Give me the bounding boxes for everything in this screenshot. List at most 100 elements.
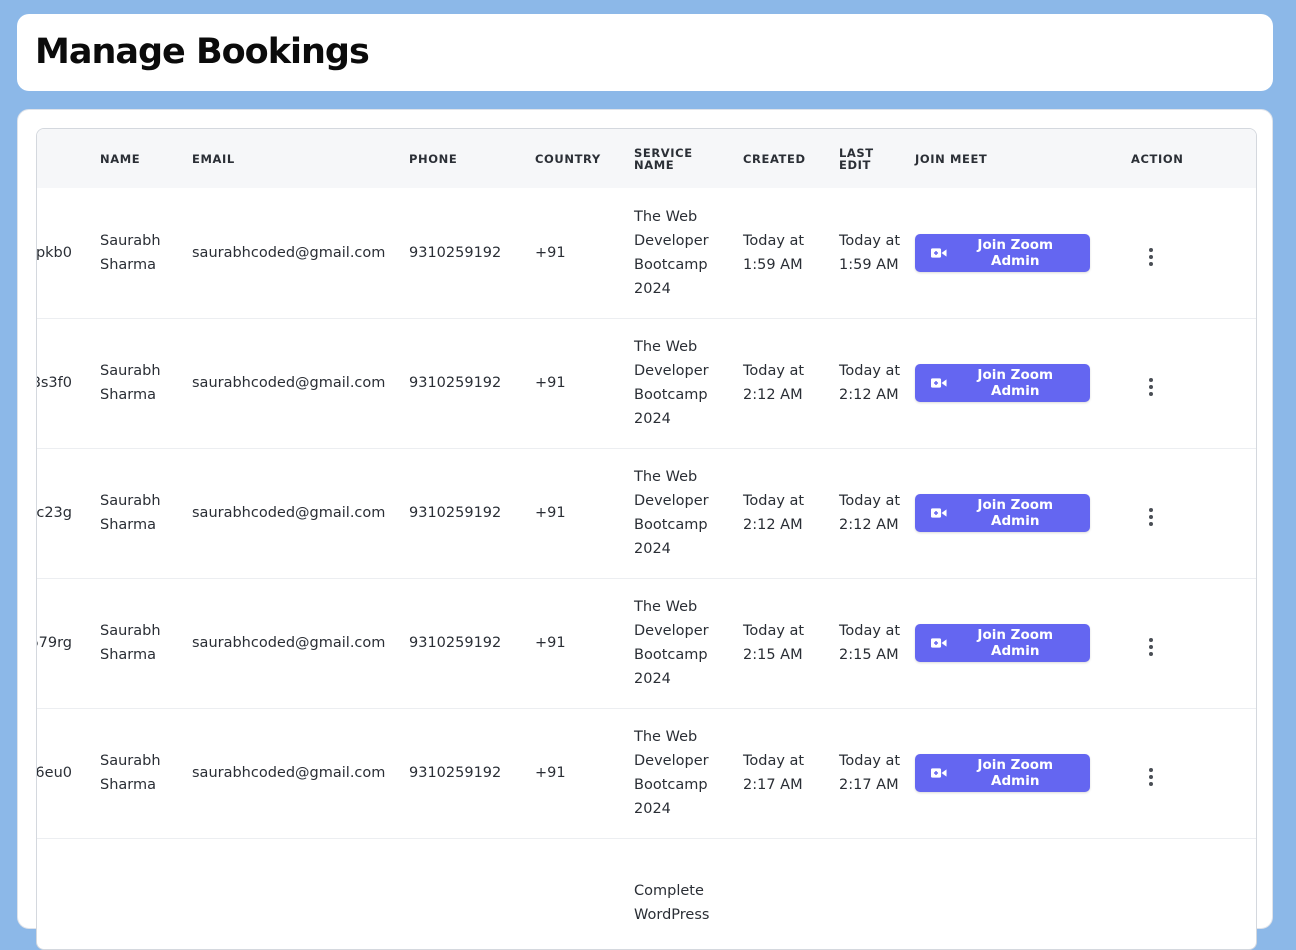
header-card: Manage Bookings xyxy=(17,14,1273,91)
booking-id xyxy=(37,838,86,949)
booking-created: Today at 2:17 AM xyxy=(743,753,805,793)
booking-service-name: The Web Developer Bootcamp 2024 xyxy=(634,729,709,817)
booking-name: Saurabh Sharma xyxy=(100,232,161,273)
booking-country: +91 xyxy=(535,505,566,521)
booking-country: +91 xyxy=(535,244,566,261)
booking-email: saurabhcoded@gmail.com xyxy=(192,375,386,391)
column-header-join-meet: JOIN MEET xyxy=(915,151,988,166)
booking-last-edit: Today at 1:59 AM xyxy=(839,232,901,273)
booking-last-edit: Today at 2:15 AM xyxy=(839,623,901,663)
column-header-created: CREATED xyxy=(743,151,806,166)
bookings-card: NAME EMAIL PHONE COUNTRY SERVICE NAME CR… xyxy=(17,109,1273,950)
column-header-country: COUNTRY xyxy=(535,151,601,166)
join-zoom-admin-label: Join Zoom Admin xyxy=(977,627,1054,659)
action-cell xyxy=(1101,188,1256,318)
booking-last-edit: Today at 2:12 AM xyxy=(839,363,901,403)
booking-service-name: The Web Developer Bootcamp 2024 xyxy=(634,339,709,427)
column-header-service-name: SERVICE NAME xyxy=(634,145,693,172)
table-body: spf2rpkb0 Saurabh Sharma saurabhcoded@gm… xyxy=(36,188,1256,949)
booking-id: o9ma1679rg xyxy=(37,635,72,651)
page-title: Manage Bookings xyxy=(35,32,370,72)
booking-email: saurabhcoded@gmail.com xyxy=(192,505,386,521)
booking-email: saurabhcoded@gmail.com xyxy=(192,635,386,651)
join-meet-cell: Join Zoom Admin xyxy=(901,578,1101,708)
join-meet-cell: Join Zoom Admin xyxy=(901,708,1101,838)
more-vertical-icon[interactable] xyxy=(1141,374,1161,400)
join-zoom-admin-button[interactable]: Join Zoom Admin xyxy=(915,364,1090,402)
booking-country: +91 xyxy=(535,765,566,781)
column-header-name: NAME xyxy=(100,151,141,166)
video-camera-icon xyxy=(931,378,947,388)
video-camera-icon xyxy=(931,508,947,518)
join-zoom-admin-button[interactable]: Join Zoom Admin xyxy=(915,754,1090,792)
column-header-id xyxy=(37,129,86,188)
join-zoom-admin-button[interactable]: Join Zoom Admin xyxy=(915,624,1090,662)
booking-last-edit: Today at 2:17 AM xyxy=(839,753,901,793)
booking-last-edit: Today at 2:12 AM xyxy=(839,493,901,533)
booking-phone: 9310259192 xyxy=(409,635,502,651)
booking-created: Today at 2:15 AM xyxy=(743,623,805,663)
table-row: ns8v08s3f0 Saurabh Sharma saurabhcoded@g… xyxy=(37,318,1256,448)
more-vertical-icon[interactable] xyxy=(1141,504,1161,530)
join-zoom-admin-label: Join Zoom Admin xyxy=(977,757,1054,789)
booking-phone: 9310259192 xyxy=(409,375,502,391)
join-zoom-admin-button[interactable]: Join Zoom Admin xyxy=(915,233,1090,272)
table-row: o9ma1679rg Saurabh Sharma saurabhcoded@g… xyxy=(37,578,1256,708)
booking-id: ns8v08s3f0 xyxy=(37,375,72,391)
table-header-row: NAME EMAIL PHONE COUNTRY SERVICE NAME CR… xyxy=(37,129,1256,188)
more-vertical-icon[interactable] xyxy=(1141,764,1161,790)
booking-created xyxy=(729,838,825,949)
booking-created: Today at 1:59 AM xyxy=(743,232,805,273)
booking-phone: 9310259192 xyxy=(409,505,502,521)
column-header-email: EMAIL xyxy=(192,151,235,166)
bookings-table: NAME EMAIL PHONE COUNTRY SERVICE NAME CR… xyxy=(36,129,1256,949)
booking-name: Saurabh Sharma xyxy=(100,753,161,793)
booking-country xyxy=(521,838,620,949)
action-cell xyxy=(1101,838,1256,949)
booking-last-edit xyxy=(825,838,901,949)
booking-id: 890b6eu0 xyxy=(36,765,72,781)
join-meet-cell: Join Zoom Admin xyxy=(901,188,1101,318)
booking-email: saurabhcoded@gmail.com xyxy=(192,765,386,781)
more-vertical-icon[interactable] xyxy=(1141,244,1161,270)
booking-created: Today at 2:12 AM xyxy=(743,363,805,403)
action-cell xyxy=(1101,318,1256,448)
booking-country: +91 xyxy=(535,375,566,391)
join-meet-cell xyxy=(901,838,1101,949)
booking-email: saurabhcoded@gmail.com xyxy=(192,244,386,261)
booking-phone xyxy=(395,838,521,949)
join-meet-cell: Join Zoom Admin xyxy=(901,448,1101,578)
booking-email xyxy=(178,838,395,949)
booking-name: Saurabh Sharma xyxy=(100,493,161,533)
table-row: 890b6eu0 Saurabh Sharma saurabhcoded@gma… xyxy=(36,708,1256,838)
booking-id: hpv9rc23g xyxy=(36,505,72,521)
action-cell xyxy=(1101,708,1256,838)
column-header-phone: PHONE xyxy=(409,151,458,166)
booking-phone: 9310259192 xyxy=(409,765,502,781)
video-camera-icon xyxy=(931,768,947,778)
video-camera-icon xyxy=(931,638,947,648)
booking-service-name: Complete WordPress xyxy=(634,883,710,923)
booking-created: Today at 2:12 AM xyxy=(743,493,805,533)
join-meet-cell: Join Zoom Admin xyxy=(901,318,1101,448)
more-vertical-icon[interactable] xyxy=(1141,634,1161,660)
booking-service-name: The Web Developer Bootcamp 2024 xyxy=(634,599,709,687)
bookings-table-container[interactable]: NAME EMAIL PHONE COUNTRY SERVICE NAME CR… xyxy=(36,128,1257,950)
action-cell xyxy=(1101,448,1256,578)
table-row: Complete WordPress xyxy=(37,838,1256,949)
action-cell xyxy=(1101,578,1256,708)
column-header-action: ACTION xyxy=(1131,151,1184,166)
column-header-last-edit: LAST EDIT xyxy=(839,145,874,172)
booking-service-name: The Web Developer Bootcamp 2024 xyxy=(634,469,709,557)
booking-name xyxy=(86,838,178,949)
table-row: spf2rpkb0 Saurabh Sharma saurabhcoded@gm… xyxy=(36,188,1256,318)
join-zoom-admin-button[interactable]: Join Zoom Admin xyxy=(915,494,1090,532)
table-row: hpv9rc23g Saurabh Sharma saurabhcoded@gm… xyxy=(36,448,1256,578)
booking-phone: 9310259192 xyxy=(409,244,502,261)
booking-id: spf2rpkb0 xyxy=(36,244,72,261)
booking-country: +91 xyxy=(535,635,566,651)
join-zoom-admin-label: Join Zoom Admin xyxy=(977,236,1054,269)
booking-name: Saurabh Sharma xyxy=(100,363,161,403)
join-zoom-admin-label: Join Zoom Admin xyxy=(977,367,1054,399)
booking-name: Saurabh Sharma xyxy=(100,623,161,663)
